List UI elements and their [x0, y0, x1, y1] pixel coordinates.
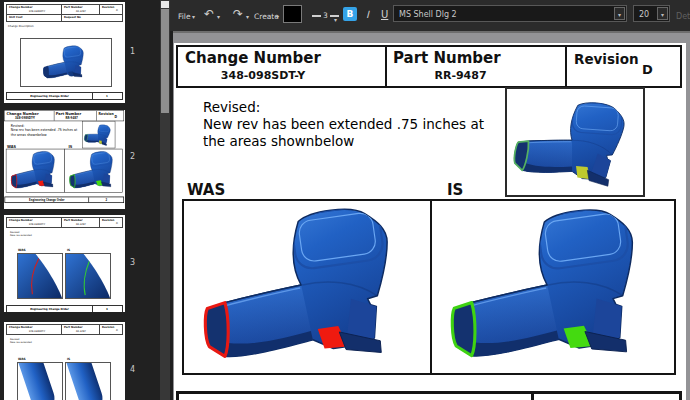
- thumb1-row2: Unit Cost Request No: [6, 15, 123, 22]
- was-part-image: [184, 201, 430, 373]
- revision-description: Revised:New rev has been extended .75 in…: [203, 99, 484, 150]
- toolbar: File ▾ ↶ ▾ ↷ ▾ Create ▾ 3 ▾ B I U MS She…: [170, 0, 690, 31]
- overview-image-box: [505, 87, 645, 197]
- thumb3-header-table: Change Number 348-098SDT-Y Part Number R…: [6, 217, 123, 228]
- redo-icon[interactable]: ↷: [233, 7, 243, 21]
- page-thumbnail-1[interactable]: Change Number 348-098SDT-Y Part Number R…: [4, 2, 125, 103]
- is-image-box: [430, 199, 676, 375]
- underline-button[interactable]: U: [381, 9, 388, 20]
- overview-part-image: [507, 89, 643, 195]
- is-part-image: [432, 201, 674, 373]
- thumb4-is-image: [65, 362, 111, 400]
- thumb3-footer: Engineering Change Order 3: [6, 305, 123, 312]
- scrollbar-top-button[interactable]: [161, 1, 169, 8]
- thumb1-part-number-label: Part Number: [64, 6, 83, 9]
- line-width-value[interactable]: 3: [323, 11, 328, 20]
- thumb1-part-image: [37, 44, 95, 82]
- create-menu-caret-icon: ▾: [276, 13, 279, 20]
- thumb1-change-number: 348-098SDT-Y: [17, 10, 57, 13]
- header-table: Change Number 348-098SDT-Y Part Number R…: [176, 45, 682, 88]
- page-thumbnail-3[interactable]: Change Number 348-098SDT-Y Part Number R…: [4, 215, 125, 312]
- scrollbar-thumb[interactable]: [161, 9, 169, 113]
- pagenum-3: 3: [130, 258, 135, 267]
- revision-label: Revision: [574, 51, 639, 67]
- part-number-value: RR-9487: [393, 69, 528, 82]
- undo-caret-icon[interactable]: ▾: [217, 13, 220, 20]
- pagenum-2: 2: [130, 152, 135, 161]
- thumb1-revision: D: [112, 9, 122, 12]
- document-page: Change Number 348-098SDT-Y Part Number R…: [174, 43, 686, 400]
- file-menu[interactable]: File: [178, 12, 191, 21]
- thumb3-is-image: [65, 253, 111, 299]
- thumb1-header-table: Change Number 348-098SDT-Y Part Number R…: [6, 4, 123, 15]
- file-menu-caret-icon: ▾: [192, 13, 195, 20]
- main-area: File ▾ ↶ ▾ ↷ ▾ Create ▾ 3 ▾ B I U MS She…: [170, 0, 690, 400]
- app-window: Change Number 348-098SDT-Y Part Number R…: [0, 0, 690, 400]
- detail-label: Detail: [676, 12, 690, 21]
- italic-button[interactable]: I: [366, 9, 369, 20]
- line-width-caret-icon[interactable]: ▾: [334, 16, 337, 23]
- color-swatch-button[interactable]: [283, 5, 302, 23]
- page-thumbnail-2[interactable]: Change Number 348-098SDT-Y Part Number R…: [4, 110, 125, 209]
- change-number-value: 348-098SDT-Y: [178, 69, 348, 82]
- revision-value: D: [642, 62, 653, 77]
- pagenum-1: 1: [130, 47, 135, 56]
- redo-caret-icon[interactable]: ▾: [246, 13, 249, 20]
- thumb1-unit-cost-label: Unit Cost: [9, 16, 22, 19]
- sidebar-scrollbar[interactable]: [160, 0, 170, 400]
- bold-button[interactable]: B: [343, 7, 357, 21]
- thumb1-part-number: RR-9487: [67, 10, 95, 13]
- change-number-label: Change Number: [185, 49, 321, 67]
- document-area: Change Number 348-098SDT-Y Part Number R…: [170, 31, 690, 400]
- font-name-combobox[interactable]: MS Shell Dlg 2 ▾: [393, 5, 627, 22]
- thumb1-footer-title: Engineering Change Order: [7, 95, 92, 98]
- font-size-dropdown-icon[interactable]: ▾: [657, 7, 668, 20]
- thumb1-request-no-label: Request No: [64, 16, 81, 19]
- thumb4-was-image: [17, 362, 63, 400]
- page-footer-row: Engineering Change Order 2: [176, 391, 682, 400]
- page-thumbnail-4[interactable]: Change Number 348-098SDT-Y Part Number R…: [4, 322, 125, 400]
- line-width-dash-icon: [312, 15, 321, 17]
- pagenum-4: 4: [130, 365, 135, 374]
- thumb1-change-desc-label: Change Description: [8, 25, 34, 28]
- thumb4-header-table: Change Number 348-098SDT-Y Part Number R…: [6, 324, 123, 335]
- thumb3-was-image: [17, 253, 63, 299]
- font-size-combobox[interactable]: 20 ▾: [633, 5, 670, 22]
- was-label: WAS: [187, 181, 225, 199]
- is-label: IS: [447, 181, 463, 199]
- thumb1-change-number-label: Change Number: [9, 6, 32, 9]
- was-image-box: [182, 199, 432, 375]
- part-number-label: Part Number: [393, 49, 501, 67]
- font-name-dropdown-icon[interactable]: ▾: [614, 7, 625, 20]
- thumbnail-sidebar: Change Number 348-098SDT-Y Part Number R…: [0, 0, 160, 400]
- undo-icon[interactable]: ↶: [204, 7, 214, 21]
- thumb1-footer: Engineering Change Order 1: [6, 92, 123, 100]
- thumb1-footer-page: 1: [92, 95, 122, 98]
- thumb1-image-box: [20, 38, 112, 87]
